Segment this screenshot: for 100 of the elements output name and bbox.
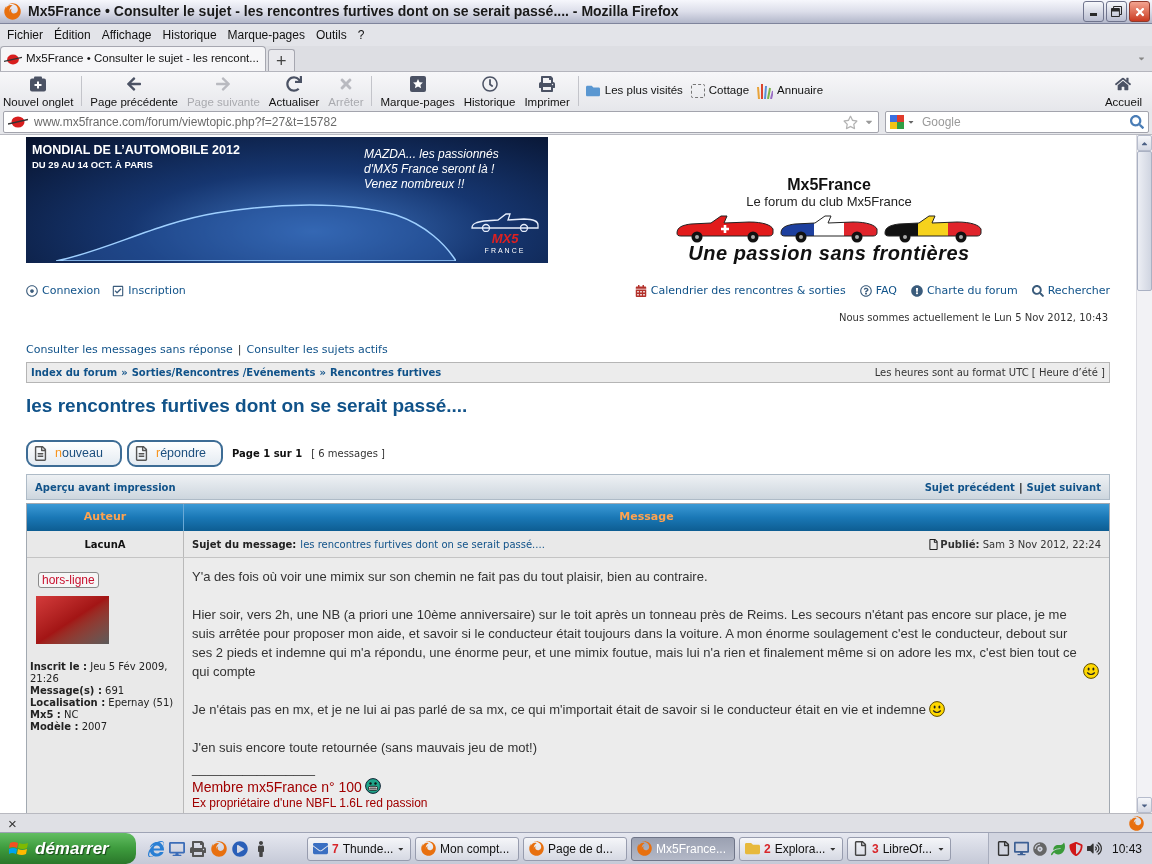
windows-flag-icon bbox=[9, 839, 29, 858]
toolbar-button[interactable]: Historique bbox=[461, 73, 518, 109]
browser-e-icon[interactable] bbox=[148, 840, 164, 857]
topic-nav-link[interactable]: Sujet précédent bbox=[924, 479, 1015, 495]
search-icon[interactable] bbox=[1130, 115, 1144, 129]
speaker-icon[interactable] bbox=[1086, 841, 1102, 856]
nav-link[interactable]: Rechercher bbox=[1031, 282, 1110, 300]
menu-item[interactable]: Affichage bbox=[101, 26, 152, 44]
scrollbar-thumb[interactable] bbox=[1137, 151, 1152, 291]
close-button[interactable]: × bbox=[8, 815, 17, 831]
calendar-icon bbox=[634, 285, 647, 297]
document-icon[interactable] bbox=[996, 841, 1010, 856]
scroll-up-button[interactable] bbox=[1137, 135, 1152, 151]
nav-link[interactable]: FAQ bbox=[859, 282, 897, 300]
taskbar-button[interactable]: Page de d... bbox=[523, 836, 627, 861]
toolbar-button[interactable]: Marque-pages bbox=[378, 73, 457, 109]
taskbar-button[interactable]: 7 Thunde... bbox=[307, 836, 411, 861]
close-icon bbox=[1133, 5, 1146, 18]
tab-list-icon[interactable] bbox=[1137, 54, 1146, 63]
close-button[interactable] bbox=[1129, 1, 1150, 22]
signature-text: Membre mx5France n° 100 bbox=[192, 778, 362, 796]
monitor-icon[interactable] bbox=[169, 840, 185, 857]
nav-link[interactable]: Calendrier des rencontres & sorties bbox=[634, 282, 846, 300]
clock-icon bbox=[481, 76, 498, 92]
document-icon bbox=[34, 446, 47, 461]
site-title: Mx5France bbox=[787, 175, 871, 194]
printer-icon bbox=[539, 76, 556, 92]
checkbox-icon bbox=[112, 285, 125, 297]
post-action-button[interactable]: répondre bbox=[127, 440, 223, 467]
search-icon bbox=[1031, 285, 1044, 297]
nav-link[interactable]: Connexion bbox=[26, 282, 101, 300]
envelope-icon bbox=[313, 841, 328, 856]
signature-text: Ex propriétaire d'une NBFL 1.6L red passion bbox=[192, 796, 428, 811]
back-arrow-icon bbox=[126, 76, 143, 92]
menu-item[interactable]: Historique bbox=[162, 26, 217, 44]
menu-item[interactable]: Édition bbox=[54, 26, 91, 44]
timezone-text: Les heures sont au format UTC [ Heure d’été ] bbox=[874, 366, 1105, 380]
address-field[interactable]: www.mx5france.com/forum/viewtopic.php?f=27&t=15782 bbox=[3, 111, 879, 133]
banner-slogan: MAZDA... les passionnés bbox=[364, 147, 499, 162]
logo-tagline: Une passion sans frontières bbox=[688, 243, 970, 263]
firefox-logo-icon[interactable] bbox=[211, 840, 227, 857]
quick-link[interactable]: Consulter les messages sans réponse bbox=[26, 342, 233, 357]
logo-icon bbox=[4, 53, 22, 65]
subject-label: Sujet du message: bbox=[192, 537, 297, 552]
menu-item[interactable]: ? bbox=[357, 26, 365, 44]
quick-link[interactable]: Consulter les sujets actifs bbox=[246, 342, 388, 357]
printer-icon[interactable] bbox=[190, 840, 206, 857]
menu-item[interactable]: Outils bbox=[315, 26, 347, 44]
scroll-down-button[interactable] bbox=[1137, 797, 1152, 813]
roadster-outline-icon bbox=[470, 212, 540, 232]
current-time-text: Nous sommes actuellement le Lun 5 Nov 2012, 10:43 bbox=[839, 311, 1108, 325]
leaf-icon[interactable] bbox=[1050, 841, 1065, 856]
breadcrumb-separator: » bbox=[319, 366, 326, 380]
post-action-button[interactable]: nouveau bbox=[26, 440, 122, 467]
star-tile-icon bbox=[409, 76, 426, 92]
print-preview-link[interactable]: Aperçu avant impression bbox=[35, 479, 176, 495]
author-name: LacunA bbox=[84, 537, 126, 552]
banner-slogan: d'MX5 France seront là ! bbox=[364, 162, 496, 177]
taskbar-button[interactable]: 2 Explora... bbox=[739, 836, 843, 861]
bookmark-item[interactable]: Cottage bbox=[690, 82, 750, 100]
status-badge: hors-ligne bbox=[38, 572, 99, 588]
browser-tab[interactable]: Mx5France • Consulter le sujet - les rencont... bbox=[0, 46, 266, 71]
toolbar-button[interactable]: Accueil bbox=[1104, 73, 1142, 109]
taskbar-button[interactable]: 3 LibreOf... bbox=[847, 836, 951, 861]
profile-detail: Inscrit le : Jeu 5 Fév 2009, 21:26 bbox=[30, 661, 169, 685]
bookmark-item[interactable]: Annuaire bbox=[757, 82, 824, 100]
subject-link[interactable]: les rencontres furtives dont on se serait passé.... bbox=[300, 536, 545, 552]
shield-icon[interactable] bbox=[1068, 841, 1083, 856]
new-tab-button[interactable]: + bbox=[267, 49, 295, 71]
topic-nav-link[interactable]: Sujet suivant bbox=[1026, 479, 1101, 495]
monitor-icon[interactable] bbox=[1013, 841, 1029, 856]
menu-item[interactable]: Marque-pages bbox=[227, 26, 305, 44]
firefox-logo-icon bbox=[637, 841, 652, 856]
toolbar-button[interactable]: Page précédente bbox=[88, 73, 180, 109]
breadcrumb-link[interactable]: Rencontres furtives bbox=[329, 365, 442, 380]
minimize-button[interactable] bbox=[1083, 1, 1104, 22]
breadcrumb-link[interactable]: Sorties/Rencontres /Evénements bbox=[131, 365, 316, 380]
document-icon bbox=[135, 446, 148, 461]
google-tiles-icon[interactable] bbox=[890, 115, 904, 129]
profile-detail: Localisation : Epernay (51) bbox=[30, 697, 175, 709]
restore-button[interactable] bbox=[1106, 1, 1127, 22]
question-icon bbox=[859, 285, 872, 297]
banner-title: MONDIAL DE L’AUTOMOBILE 2012 bbox=[32, 142, 240, 159]
document-icon bbox=[929, 538, 939, 550]
start-button[interactable]: démarrer bbox=[0, 833, 136, 864]
exclamation-icon bbox=[910, 285, 923, 297]
smiley-icon bbox=[929, 701, 946, 717]
bookmark-star-icon[interactable] bbox=[843, 114, 858, 130]
dropdown-caret-icon[interactable] bbox=[907, 118, 915, 126]
breadcrumb-link[interactable]: Index du forum bbox=[31, 365, 118, 380]
toolbar-button[interactable]: Nouvel onglet bbox=[1, 73, 76, 109]
color-bars-icon bbox=[757, 83, 774, 99]
toolbar-button[interactable]: Actualiser bbox=[266, 73, 322, 109]
nav-link[interactable]: Inscription bbox=[112, 282, 186, 300]
menu-item[interactable]: Fichier bbox=[7, 26, 43, 44]
nav-link[interactable]: Charte du forum bbox=[910, 282, 1018, 300]
column-header: Message bbox=[618, 509, 675, 526]
bookmark-item[interactable]: Les plus visités bbox=[584, 82, 683, 100]
taskbar-button[interactable]: Mon compt... bbox=[415, 836, 519, 861]
toolbar-button[interactable]: Imprimer bbox=[522, 73, 572, 109]
